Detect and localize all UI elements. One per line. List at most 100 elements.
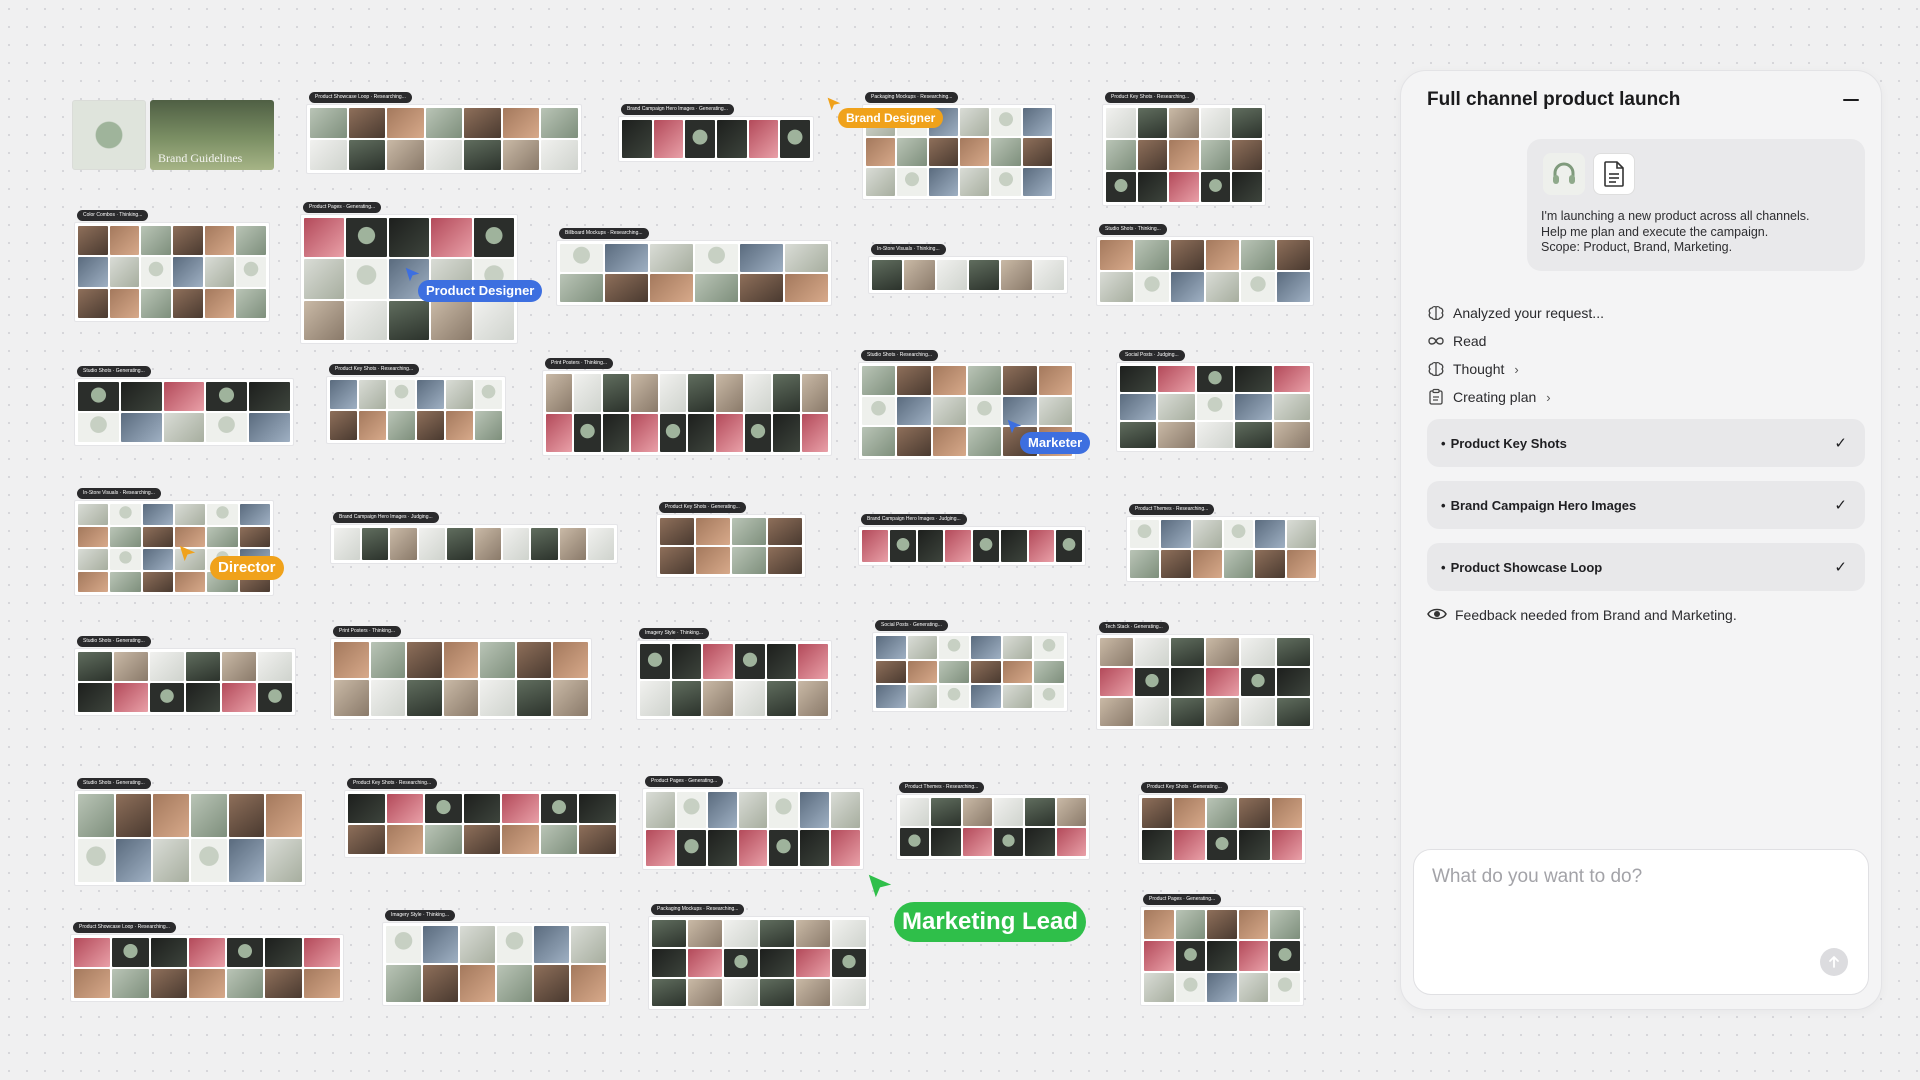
image-thumbnail[interactable] — [832, 978, 866, 1006]
image-thumbnail[interactable] — [1276, 272, 1310, 302]
image-thumbnail[interactable] — [78, 549, 109, 570]
image-thumbnail[interactable] — [497, 926, 532, 963]
image-thumbnail[interactable] — [744, 414, 772, 452]
image-thumbnail[interactable] — [1130, 550, 1160, 578]
image-thumbnail[interactable] — [346, 259, 387, 299]
image-thumbnail[interactable] — [1271, 798, 1302, 828]
image-thumbnail[interactable] — [1144, 941, 1174, 971]
image-thumbnail[interactable] — [1135, 272, 1169, 302]
image-thumbnail[interactable] — [1235, 394, 1272, 420]
image-thumbnail[interactable] — [579, 794, 616, 823]
image-thumbnail[interactable] — [1235, 422, 1272, 448]
image-thumbnail[interactable] — [1238, 910, 1269, 940]
image-thumbnail[interactable] — [115, 794, 152, 837]
image-thumbnail[interactable] — [502, 825, 539, 854]
image-thumbnail[interactable] — [142, 549, 173, 570]
image-thumbnail[interactable] — [707, 830, 737, 866]
image-thumbnail[interactable] — [1033, 260, 1064, 290]
image-thumbnail[interactable] — [227, 938, 264, 967]
image-thumbnail[interactable] — [734, 681, 765, 716]
image-thumbnail[interactable] — [605, 274, 648, 302]
image-thumbnail[interactable] — [1276, 668, 1310, 696]
image-thumbnail[interactable] — [671, 644, 702, 679]
image-thumbnail[interactable] — [204, 288, 235, 318]
image-thumbnail[interactable] — [967, 396, 1002, 426]
moodboard-board[interactable]: Studio Shots · Generating... — [74, 778, 306, 886]
moodboard-board[interactable]: Packaging Mockups · Researching... — [648, 904, 870, 1010]
image-thumbnail[interactable] — [1028, 530, 1055, 562]
image-thumbnail[interactable] — [204, 226, 235, 256]
image-thumbnail[interactable] — [897, 396, 931, 426]
image-thumbnail[interactable] — [1120, 366, 1157, 392]
image-thumbnail[interactable] — [303, 938, 340, 967]
image-thumbnail[interactable] — [78, 683, 112, 712]
image-thumbnail[interactable] — [1241, 638, 1275, 666]
image-thumbnail[interactable] — [660, 518, 694, 545]
image-thumbnail[interactable] — [1207, 972, 1237, 1002]
image-thumbnail[interactable] — [531, 528, 558, 560]
image-thumbnail[interactable] — [831, 830, 860, 866]
image-thumbnail[interactable] — [932, 366, 966, 395]
image-thumbnail[interactable] — [748, 120, 779, 158]
image-thumbnail[interactable] — [631, 414, 658, 452]
image-thumbnail[interactable] — [1022, 138, 1052, 166]
image-thumbnail[interactable] — [534, 965, 569, 1002]
image-thumbnail[interactable] — [688, 920, 722, 948]
image-thumbnail[interactable] — [907, 685, 938, 708]
image-thumbnail[interactable] — [78, 382, 119, 411]
image-thumbnail[interactable] — [1238, 972, 1269, 1002]
moodboard-board[interactable]: Tech Stack · Generating... — [1096, 622, 1314, 730]
image-thumbnail[interactable] — [862, 366, 896, 395]
image-thumbnail[interactable] — [239, 504, 270, 525]
image-thumbnail[interactable] — [1161, 520, 1191, 548]
image-thumbnail[interactable] — [1224, 520, 1254, 548]
minimize-button[interactable] — [1843, 99, 1859, 101]
image-thumbnail[interactable] — [1196, 422, 1234, 448]
image-thumbnail[interactable] — [1100, 638, 1134, 666]
image-thumbnail[interactable] — [1239, 798, 1270, 828]
image-thumbnail[interactable] — [502, 140, 540, 170]
image-thumbnail[interactable] — [1120, 394, 1157, 420]
image-thumbnail[interactable] — [1158, 366, 1195, 392]
image-thumbnail[interactable] — [110, 526, 141, 547]
image-thumbnail[interactable] — [425, 825, 462, 854]
image-thumbnail[interactable] — [114, 683, 148, 712]
moodboard-board[interactable]: Product Showcase Loop · Researching... — [70, 922, 344, 1002]
image-thumbnail[interactable] — [207, 526, 238, 547]
image-thumbnail[interactable] — [110, 571, 141, 592]
image-thumbnail[interactable] — [559, 528, 586, 560]
image-thumbnail[interactable] — [1135, 638, 1169, 666]
image-thumbnail[interactable] — [716, 374, 743, 412]
image-thumbnail[interactable] — [1196, 366, 1234, 392]
image-thumbnail[interactable] — [671, 681, 702, 716]
image-thumbnail[interactable] — [464, 108, 501, 138]
image-thumbnail[interactable] — [228, 794, 265, 837]
image-thumbnail[interactable] — [1170, 698, 1204, 726]
image-thumbnail[interactable] — [1241, 240, 1275, 270]
moodboard-board[interactable]: Product Pages · Generating... — [642, 776, 864, 870]
image-thumbnail[interactable] — [650, 244, 693, 272]
image-thumbnail[interactable] — [204, 257, 235, 287]
image-thumbnail[interactable] — [249, 413, 290, 442]
image-thumbnail[interactable] — [571, 965, 606, 1002]
image-thumbnail[interactable] — [142, 504, 173, 525]
image-thumbnail[interactable] — [970, 685, 1001, 708]
image-thumbnail[interactable] — [304, 300, 345, 340]
image-thumbnail[interactable] — [207, 504, 238, 525]
image-thumbnail[interactable] — [239, 526, 270, 547]
image-thumbnail[interactable] — [407, 642, 442, 678]
image-thumbnail[interactable] — [801, 414, 828, 452]
moodboard-board[interactable]: Social Posts · Judging... — [1116, 350, 1314, 452]
image-thumbnail[interactable] — [1232, 172, 1262, 202]
image-thumbnail[interactable] — [928, 168, 958, 196]
image-thumbnail[interactable] — [832, 949, 866, 977]
image-thumbnail[interactable] — [464, 140, 501, 170]
image-thumbnail[interactable] — [801, 374, 828, 412]
image-thumbnail[interactable] — [1130, 520, 1160, 548]
image-thumbnail[interactable] — [386, 926, 421, 963]
image-thumbnail[interactable] — [388, 380, 415, 409]
image-thumbnail[interactable] — [676, 792, 706, 828]
image-thumbnail[interactable] — [473, 300, 514, 340]
image-thumbnail[interactable] — [560, 244, 603, 272]
plan-item-product-showcase-loop[interactable]: Product Showcase Loop ✓ — [1427, 543, 1865, 591]
